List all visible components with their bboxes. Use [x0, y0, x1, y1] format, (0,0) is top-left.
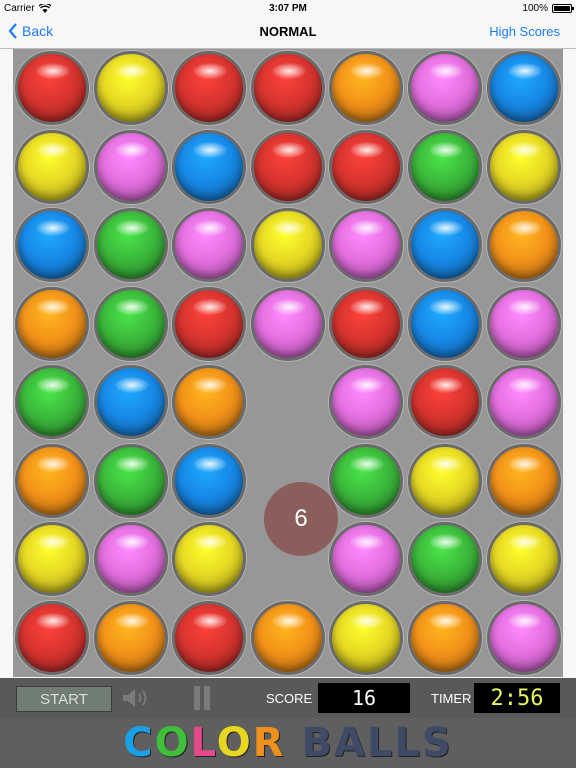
green-ball[interactable] — [408, 129, 482, 204]
score-display: 16 — [318, 683, 410, 713]
pink-ball[interactable] — [93, 129, 168, 204]
yellow-ball[interactable] — [172, 522, 247, 596]
pink-ball[interactable] — [486, 365, 561, 439]
footer: COLOR BALLS — [0, 718, 576, 768]
timer-label: TIMER — [431, 691, 472, 706]
orange-ball[interactable] — [15, 286, 89, 361]
yellow-ball[interactable] — [250, 208, 325, 282]
pink-ball[interactable] — [329, 365, 404, 439]
pink-ball[interactable] — [250, 286, 325, 361]
orange-ball[interactable] — [93, 600, 168, 675]
green-ball[interactable] — [93, 208, 168, 282]
orange-ball[interactable] — [172, 365, 247, 439]
pink-ball[interactable] — [93, 522, 168, 596]
score-label: SCORE — [266, 691, 313, 706]
pause-bar-right — [204, 686, 210, 710]
blue-ball[interactable] — [408, 208, 482, 282]
status-right: 100% — [522, 3, 574, 14]
yellow-ball[interactable] — [486, 522, 561, 596]
blue-ball[interactable] — [15, 208, 89, 282]
orange-ball[interactable] — [408, 600, 482, 675]
orange-ball[interactable] — [250, 600, 325, 675]
green-ball[interactable] — [15, 365, 89, 439]
orange-ball[interactable] — [329, 51, 404, 125]
red-ball[interactable] — [172, 286, 247, 361]
speaker-icon[interactable] — [120, 686, 152, 710]
pink-ball[interactable] — [329, 208, 404, 282]
logo-letter: O — [216, 720, 253, 766]
yellow-ball[interactable] — [15, 522, 89, 596]
navigation-bar: Back NORMAL High Scores — [0, 16, 576, 49]
yellow-ball[interactable] — [15, 129, 89, 204]
pink-ball[interactable] — [486, 286, 561, 361]
red-ball[interactable] — [329, 286, 404, 361]
pause-bar-left — [194, 686, 200, 710]
chevron-left-icon — [8, 23, 17, 39]
red-ball[interactable] — [15, 600, 89, 675]
game-board: 6 — [13, 49, 563, 677]
red-ball[interactable] — [172, 600, 247, 675]
logo-letter: L — [190, 720, 217, 766]
red-ball[interactable] — [15, 51, 89, 125]
green-ball[interactable] — [93, 443, 168, 518]
logo-letter: A — [333, 720, 367, 766]
logo-letter — [286, 720, 302, 766]
battery-percent: 100% — [522, 3, 548, 14]
red-ball[interactable] — [408, 365, 482, 439]
pink-ball[interactable] — [329, 522, 404, 596]
back-button[interactable]: Back — [8, 23, 53, 39]
red-ball[interactable] — [329, 129, 404, 204]
yellow-ball[interactable] — [408, 443, 482, 518]
yellow-ball[interactable] — [329, 600, 404, 675]
blue-ball[interactable] — [486, 51, 561, 125]
high-scores-button[interactable]: High Scores — [489, 24, 560, 39]
timer-display: 2:56 — [474, 683, 560, 713]
red-ball[interactable] — [172, 51, 247, 125]
blue-ball[interactable] — [408, 286, 482, 361]
orange-ball[interactable] — [15, 443, 89, 518]
status-bar: Carrier 3:07 PM 100% — [0, 0, 576, 16]
status-time: 3:07 PM — [269, 3, 307, 14]
empty-cell — [251, 365, 325, 439]
logo-letter: C — [123, 720, 155, 766]
red-ball[interactable] — [250, 129, 325, 204]
red-ball[interactable] — [250, 51, 325, 125]
start-button[interactable]: START — [16, 686, 112, 712]
yellow-ball[interactable] — [486, 129, 561, 204]
logo-letter: R — [252, 720, 286, 766]
logo-letter: S — [421, 720, 453, 766]
logo-letter: L — [366, 720, 395, 766]
pink-ball[interactable] — [486, 600, 561, 675]
logo-letter: O — [154, 720, 191, 766]
orange-ball[interactable] — [486, 443, 561, 518]
battery-icon — [552, 4, 574, 13]
blue-ball[interactable] — [93, 365, 168, 439]
control-bar: START SCORE 16 TIMER 2:56 — [0, 678, 576, 718]
green-ball[interactable] — [329, 443, 404, 518]
blue-ball[interactable] — [172, 129, 247, 204]
combo-counter: 6 — [264, 482, 338, 556]
blue-ball[interactable] — [172, 443, 247, 518]
color-balls-logo: COLOR BALLS — [0, 720, 576, 766]
green-ball[interactable] — [408, 522, 482, 596]
logo-letter: L — [394, 720, 422, 766]
logo-letter: B — [301, 720, 334, 766]
orange-ball[interactable] — [486, 208, 561, 282]
pink-ball[interactable] — [172, 208, 247, 282]
pause-button[interactable] — [188, 686, 216, 710]
pink-ball[interactable] — [408, 51, 482, 125]
yellow-ball[interactable] — [93, 51, 168, 125]
back-label: Back — [22, 23, 54, 39]
green-ball[interactable] — [93, 286, 168, 361]
